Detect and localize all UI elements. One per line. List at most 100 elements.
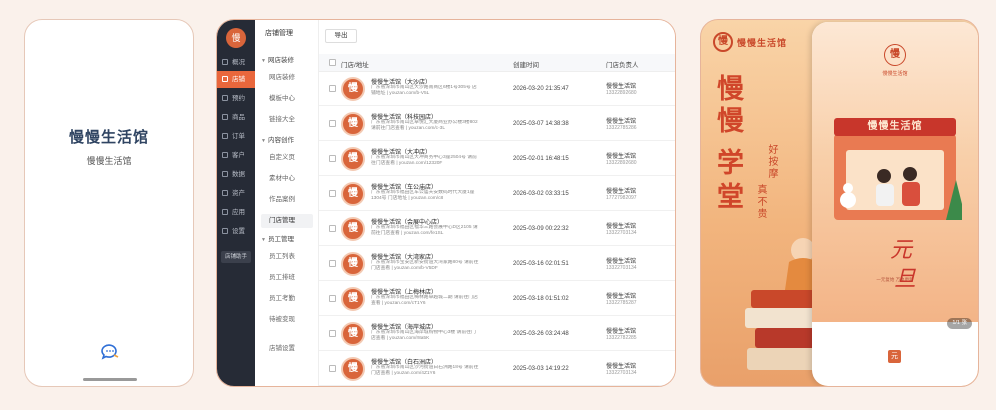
select-all-checkbox[interactable]	[329, 59, 336, 66]
rail-item-booking[interactable]: 预约	[217, 90, 255, 107]
owner-name: 慢慢生活馆	[606, 189, 637, 195]
chat-bubble-icon[interactable]	[100, 344, 120, 360]
headline-char: 慢	[717, 74, 744, 104]
store-list-panel: 导出 门店/地址 创建时间 门店负责人 慢慢慢生活馆（大沙店） 广东省深圳市南山区…	[319, 20, 675, 386]
store-logo: 慢	[341, 77, 365, 101]
grid-icon	[222, 209, 228, 216]
store-address: 广东省深圳市南山区大冲商务中心3座2504号 请前往门店查看 | youzan.…	[371, 155, 477, 167]
table-row[interactable]: 慢慢慢生活馆（大湾家店） 广东省深圳市宝安区新安街道大湾家路80号 请前往门店查看…	[319, 247, 675, 281]
created-time: 2025-03-03 14:19:22	[513, 366, 569, 372]
headline-char: 堂	[717, 182, 744, 212]
menu-item-materials[interactable]: 素材中心	[261, 172, 313, 186]
rail-item-store[interactable]: 店铺	[217, 71, 255, 88]
menu-item-cases[interactable]: 作品案例	[261, 193, 313, 207]
owner-name: 慢慢生活馆	[606, 84, 637, 90]
home-indicator[interactable]	[83, 378, 137, 381]
table-row[interactable]: 慢慢慢生活馆（白石洲店） 广东省深圳市南山区沙河街道白石洲路18号 请前往门店查看…	[319, 352, 675, 386]
table-row[interactable]: 慢慢慢生活馆（上梅林店） 广东省深圳市福田区梅林路卓越城二期 请前往门店查看 | …	[319, 282, 675, 316]
menu-item-stores[interactable]: 门店管理	[261, 214, 313, 228]
store-address: 广东省深圳市南山区卓悦汇大厦商业办公楼3楼802 请前往门店查看 | youza…	[371, 120, 478, 132]
rail-item-goods[interactable]: 商品	[217, 109, 255, 126]
admin-window: 慢 概况 店铺 预约 商品 订单 客户 数据 资产 应用 设置 店铺助手 店铺管…	[216, 19, 676, 387]
export-button[interactable]: 导出	[325, 29, 357, 43]
row-checkbox[interactable]	[329, 190, 336, 197]
owner-name: 慢慢生活馆	[606, 154, 637, 160]
page-indicator[interactable]: 1/1 张	[947, 318, 972, 329]
store-logo: 慢	[341, 357, 365, 381]
row-checkbox[interactable]	[329, 365, 336, 372]
bag-icon	[222, 114, 228, 121]
menu-item-templates[interactable]: 模板中心	[261, 92, 313, 106]
rail-item-overview[interactable]: 概况	[217, 54, 255, 71]
owner-name: 慢慢生活馆	[606, 364, 637, 370]
shop-assistant-button[interactable]: 店铺助手	[221, 251, 251, 263]
slogan-affordable: 真不贵	[755, 184, 766, 220]
store-address: 广东省深圳市福田区福华三路会展中心D区2105 请前往门店查看 | youzan…	[371, 225, 478, 237]
menu-item-custom-page[interactable]: 自定义页	[261, 151, 313, 165]
owner-name: 慢慢生活馆	[606, 259, 637, 265]
owner-phone: 17727982097	[606, 195, 637, 201]
menu-title: 店铺管理	[265, 30, 293, 37]
store-logo: 慢	[341, 182, 365, 206]
row-checkbox[interactable]	[329, 295, 336, 302]
row-checkbox[interactable]	[329, 120, 336, 127]
row-checkbox[interactable]	[329, 85, 336, 92]
splash-subtitle: 慢慢生活馆	[86, 156, 132, 166]
row-checkbox[interactable]	[329, 155, 336, 162]
order-icon	[222, 133, 228, 140]
menu-item-staff-attendance[interactable]: 员工考勤	[261, 292, 313, 306]
column-owner: 门店负责人	[606, 62, 639, 69]
owner-phone: 13322892680	[606, 90, 637, 96]
splash-title: 慢慢生活馆	[68, 129, 149, 146]
owner-phone: 13322703134	[606, 370, 637, 376]
splash-phone: 慢慢生活馆 慢慢生活馆	[24, 19, 194, 387]
table-row[interactable]: 慢慢慢生活馆（海岸城店） 广东省深圳市南山区海岸城购物中心3楼 请前往门店查看 |…	[319, 317, 675, 351]
owner-phone: 13322892680	[606, 160, 637, 166]
menu-item-staff-list[interactable]: 员工列表	[261, 250, 313, 264]
created-time: 2025-02-01 16:48:15	[513, 156, 569, 162]
row-checkbox[interactable]	[329, 225, 336, 232]
created-time: 2025-03-26 03:24:48	[513, 331, 569, 337]
rail-item-customers[interactable]: 客户	[217, 147, 255, 164]
menu-item-store-settings[interactable]: 店铺设置	[261, 342, 313, 356]
row-checkbox[interactable]	[329, 260, 336, 267]
front-poster-screen: 慢 慢慢生活馆 慢慢生活馆 元 一元复始 万象更新 旦 1/1 张 元	[812, 22, 978, 386]
column-created: 创建时间	[513, 62, 539, 69]
owner-name: 慢慢生活馆	[606, 329, 637, 335]
created-time: 2026-03-02 03:33:15	[513, 191, 569, 197]
owner-phone: 13322703134	[606, 265, 637, 271]
shop-logo: 慢	[226, 28, 246, 48]
table-row[interactable]: 慢慢慢生活馆（车公庙店） 广东省深圳市福田区车公庙天安数码时代大厦1座1304号 …	[319, 177, 675, 211]
row-checkbox[interactable]	[329, 330, 336, 337]
store-address: 广东省深圳市南山区海岸城购物中心3楼 请前往门店查看 | youzan.com/…	[371, 330, 476, 342]
rail-item-settings[interactable]: 设置	[217, 223, 255, 240]
table-header: 门店/地址 创建时间 门店负责人	[319, 54, 675, 72]
calendar-icon	[222, 95, 228, 102]
menu-group-staff[interactable]: ▼ 员工管理	[261, 233, 294, 243]
owner-phone: 13322785286	[606, 125, 637, 131]
chevron-down-icon: ▼	[261, 237, 266, 243]
new-year-script: 旦	[894, 267, 917, 292]
menu-group-decoration[interactable]: ▼ 网店装修	[261, 54, 294, 64]
rail-item-data[interactable]: 数据	[217, 166, 255, 183]
chevron-down-icon: ▼	[261, 138, 266, 144]
created-time: 2025-03-09 00:22:32	[513, 226, 569, 232]
secondary-menu: 店铺管理 ▼ 网店装修 网店装修 模板中心 链接大全 ▼ 内容创作 自定义页 素材中…	[255, 20, 319, 386]
rail-item-assets[interactable]: 资产	[217, 185, 255, 202]
table-row[interactable]: 慢慢慢生活馆（大冲店） 广东省深圳市南山区大冲商务中心3座2504号 请前往门店查…	[319, 142, 675, 176]
table-row[interactable]: 慢慢慢生活馆（大沙店） 广东省深圳市南山区大沙路南商区6楼1号305号 店铺地址 …	[319, 72, 675, 106]
rail-item-orders[interactable]: 订单	[217, 128, 255, 145]
column-store: 门店/地址	[341, 62, 369, 69]
menu-item-links[interactable]: 链接大全	[261, 113, 313, 127]
headline-char: 慢	[717, 106, 744, 136]
menu-item-staff-schedule[interactable]: 员工排班	[261, 271, 313, 285]
primary-nav-rail: 慢 概况 店铺 预约 商品 订单 客户 数据 资产 应用 设置 店铺助手	[217, 20, 255, 386]
rail-item-apps[interactable]: 应用	[217, 204, 255, 221]
menu-item-staff-other[interactable]: 待被变现	[261, 313, 313, 327]
menu-item-decoration[interactable]: 网店装修	[261, 71, 313, 85]
store-icon	[222, 76, 228, 83]
table-row[interactable]: 慢慢慢生活馆（会展中心店） 广东省深圳市福田区福华三路会展中心D区2105 请前往…	[319, 212, 675, 246]
front-logo: 慢	[884, 44, 906, 66]
menu-group-content[interactable]: ▼ 内容创作	[261, 134, 294, 144]
table-row[interactable]: 慢慢慢生活馆（科技园店） 广东省深圳市南山区卓悦汇大厦商业办公楼3楼802 请前往…	[319, 107, 675, 141]
